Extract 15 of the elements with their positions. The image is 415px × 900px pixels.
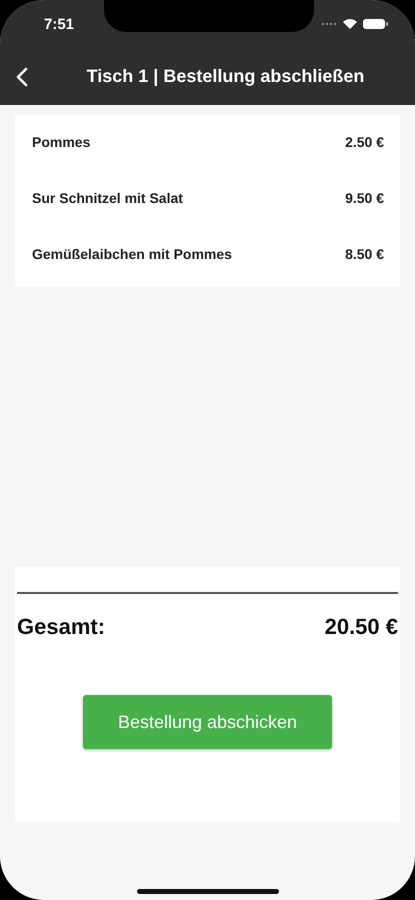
wifi-icon <box>342 18 358 30</box>
battery-icon <box>363 18 389 30</box>
item-name: Pommes <box>32 134 90 150</box>
total-amount: 20.50 € <box>324 614 398 640</box>
submit-order-button[interactable]: Bestellung abschicken <box>83 695 332 749</box>
item-name: Gemüßelaibchen mit Pommes <box>32 246 232 262</box>
item-price: 9.50 € <box>345 190 384 206</box>
item-price: 8.50 € <box>345 246 384 262</box>
back-icon[interactable] <box>16 66 28 86</box>
total-label: Gesamt: <box>17 614 106 640</box>
page-title: Tisch 1 | Bestellung abschließen <box>86 66 366 87</box>
signal-icon <box>321 22 337 26</box>
status-time: 7:51 <box>44 16 74 32</box>
item-price: 2.50 € <box>345 134 384 150</box>
item-name: Sur Schnitzel mit Salat <box>32 190 183 206</box>
